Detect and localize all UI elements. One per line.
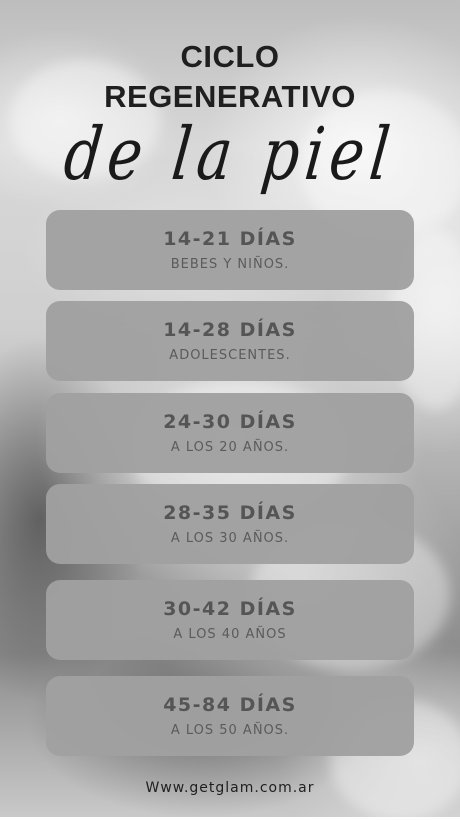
cycle-card: 14-28 DÍAS ADOLESCENTES. (46, 301, 414, 381)
cycle-range: 28-35 DÍAS (163, 502, 297, 524)
cycle-card: 45-84 DÍAS A LOS 50 AÑOS. (46, 676, 414, 756)
cycle-range: 45-84 DÍAS (163, 694, 297, 716)
cycle-range: 30-42 DÍAS (163, 598, 297, 620)
cycle-range: 14-28 DÍAS (163, 319, 297, 341)
cycle-range: 14-21 DÍAS (163, 228, 297, 250)
cycle-age-label: A LOS 40 AÑOS (173, 627, 287, 642)
cycle-age-label: BEBES Y NIÑOS. (170, 257, 290, 272)
cycle-card: 14-21 DÍAS BEBES Y NIÑOS. (46, 210, 414, 290)
title-line-1: CICLO (180, 39, 280, 74)
cycle-age-label: ADOLESCENTES. (169, 348, 291, 363)
cycle-card: 28-35 DÍAS A LOS 30 AÑOS. (46, 484, 414, 564)
cycle-card: 30-42 DÍAS A LOS 40 AÑOS (46, 580, 414, 660)
cycle-age-label: A LOS 20 AÑOS. (170, 440, 290, 455)
website-link[interactable]: Www.getglam.com.ar (0, 780, 460, 796)
cycle-age-label: A LOS 50 AÑOS. (170, 723, 290, 738)
script-subtitle: de la piel (60, 111, 400, 197)
cycle-age-label: A LOS 30 AÑOS. (170, 531, 290, 546)
cycle-range: 24-30 DÍAS (163, 411, 297, 433)
cycle-card: 24-30 DÍAS A LOS 20 AÑOS. (46, 393, 414, 473)
